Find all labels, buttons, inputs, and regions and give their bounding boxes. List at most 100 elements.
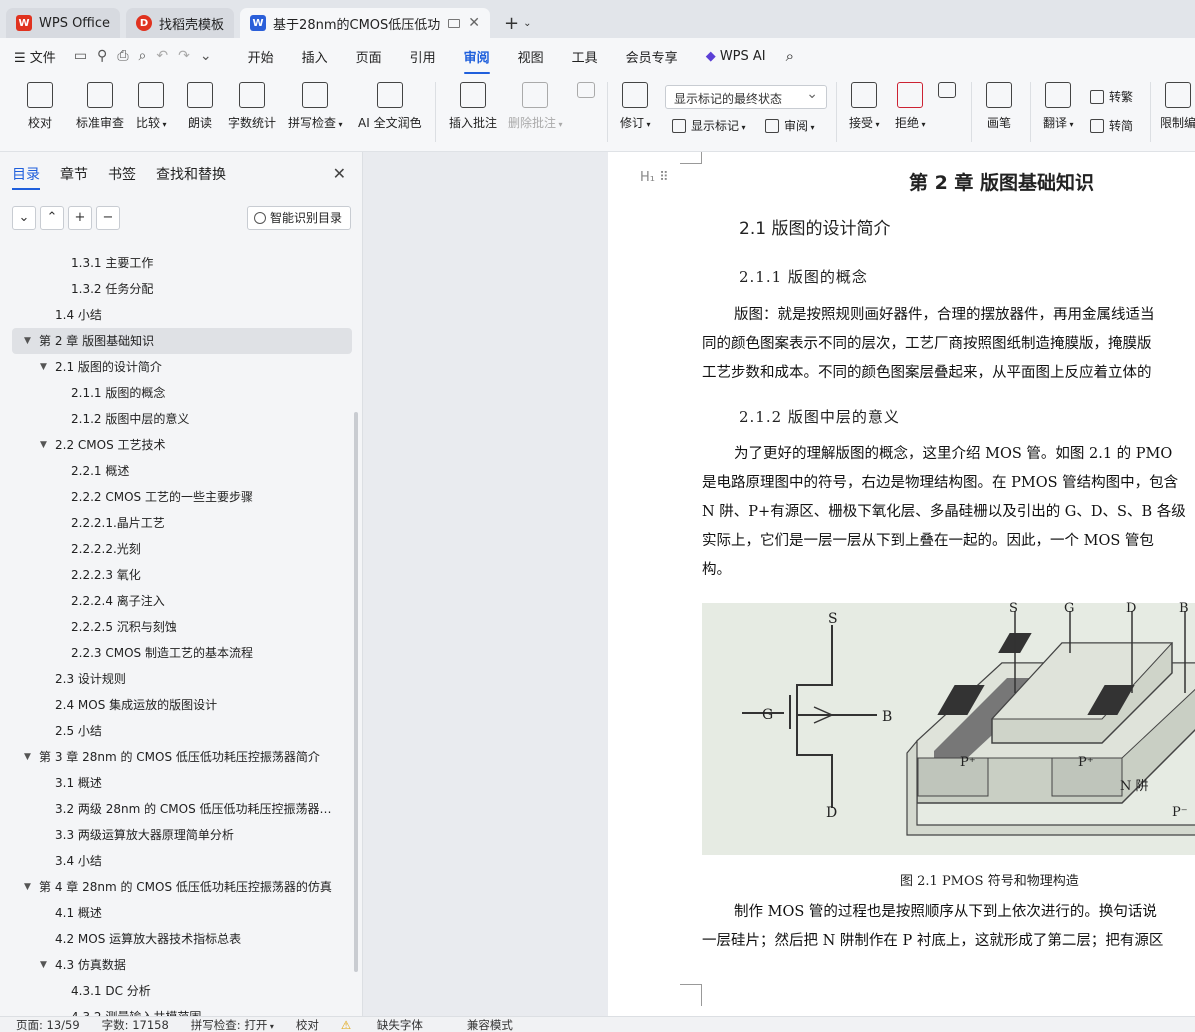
toc-item[interactable]: 2.5 小结 — [12, 718, 352, 744]
toc-item[interactable]: 2.2.2.5 沉积与刻蚀 — [12, 614, 352, 640]
spell-check-button[interactable]: 拼写检查 — [288, 82, 343, 131]
restrict-edit-button[interactable]: 限制编 — [1160, 82, 1195, 131]
toc-item[interactable]: 3.2 两级 28nm 的 CMOS 低压低功耗压控振荡器优化设计 — [12, 796, 352, 822]
tab-chapter[interactable]: 章节 — [60, 164, 88, 184]
menu-tools[interactable]: 工具 — [572, 47, 598, 66]
toc-item[interactable]: 2.2.2.4 离子注入 — [12, 588, 352, 614]
tab-template[interactable]: D 找稻壳模板 — [126, 8, 235, 38]
print-preview-icon[interactable]: ⌕ — [139, 48, 147, 64]
tab-bookmark[interactable]: 书签 — [108, 164, 136, 184]
remove-heading-icon[interactable]: − — [96, 206, 120, 230]
toc-item[interactable]: 2.4 MOS 集成运放的版图设计 — [12, 692, 352, 718]
close-tab-icon[interactable]: ✕ — [468, 15, 480, 31]
to-simplified-button[interactable]: 转简 — [1090, 117, 1133, 134]
missing-font-status[interactable]: ⚠ 缺失字体 — [341, 1017, 445, 1032]
smart-toc-button[interactable]: 智能识别目录 — [247, 206, 351, 230]
toc-item[interactable]: 4.3.1 DC 分析 — [12, 978, 352, 1004]
undo-icon[interactable]: ↶ — [156, 48, 168, 64]
menu-page[interactable]: 页面 — [356, 47, 382, 66]
redo-icon[interactable]: ↷ — [178, 48, 190, 64]
toc-item[interactable]: 2.2.2.2.光刻 — [12, 536, 352, 562]
compare-button[interactable]: 比较 — [136, 82, 167, 131]
word-count-button[interactable]: 字数统计 — [228, 82, 276, 131]
prev-change-button[interactable] — [938, 82, 956, 104]
tab-find-replace[interactable]: 查找和替换 — [156, 164, 226, 184]
more-chevron-icon[interactable]: ⌄ — [200, 48, 212, 64]
toc-item[interactable]: 1.4 小结 — [12, 302, 352, 328]
toc-item[interactable]: 4.1 概述 — [12, 900, 352, 926]
collapse-arrow-icon[interactable]: ▼ — [24, 328, 31, 354]
ai-polish-button[interactable]: AI 全文润色 — [358, 82, 422, 131]
toc-item[interactable]: ▼ 第 4 章 28nm 的 CMOS 低压低功耗压控振荡器的仿真 — [12, 874, 352, 900]
fig-label-s-phys: S — [1009, 601, 1018, 616]
word-count-indicator[interactable]: 字数: 17158 — [102, 1017, 169, 1032]
proofread-button[interactable]: 校对 — [27, 82, 53, 131]
menu-view[interactable]: 视图 — [518, 47, 544, 66]
accept-button[interactable]: 接受 — [849, 82, 880, 131]
close-pane-icon[interactable]: ✕ — [333, 164, 346, 183]
insert-comment-button[interactable]: 插入批注 — [449, 82, 497, 131]
to-traditional-button[interactable]: 转繁 — [1090, 88, 1133, 105]
collapse-arrow-icon[interactable]: ▼ — [24, 874, 31, 900]
reject-button[interactable]: 拒绝 — [895, 82, 926, 131]
menu-member[interactable]: 会员专享 — [626, 47, 678, 66]
traditional-icon — [1090, 89, 1104, 104]
toc-item[interactable]: ▼ 第 2 章 版图基础知识 — [12, 328, 352, 354]
review-pane-button[interactable]: 审阅 — [765, 117, 815, 134]
toc-item[interactable]: 3.4 小结 — [12, 848, 352, 874]
read-aloud-button[interactable]: 朗读 — [187, 82, 213, 131]
toc-item[interactable]: 2.2.2 CMOS 工艺的一些主要步骤 — [12, 484, 352, 510]
toc-item[interactable]: 2.2.3 CMOS 制造工艺的基本流程 — [12, 640, 352, 666]
toc-item[interactable]: ▼ 2.2 CMOS 工艺技术 — [12, 432, 352, 458]
new-tab-button[interactable]: + ⌄ — [496, 8, 539, 38]
add-heading-icon[interactable]: + — [68, 206, 92, 230]
menu-reference[interactable]: 引用 — [410, 47, 436, 66]
share-icon[interactable]: ⚲ — [97, 48, 107, 64]
show-markup-button[interactable]: 显示标记 — [672, 117, 746, 134]
collapse-arrow-icon[interactable]: ▼ — [40, 952, 47, 978]
tab-toc[interactable]: 目录 — [12, 164, 40, 190]
toc-item[interactable]: 1.3.1 主要工作 — [12, 250, 352, 276]
wps-ai-menu[interactable]: ◆ WPS AI — [706, 49, 766, 64]
toc-item[interactable]: 3.3 两级运算放大器原理简单分析 — [12, 822, 352, 848]
delete-comment-button[interactable]: 删除批注 — [508, 82, 563, 131]
page-indicator[interactable]: 页面: 13/59 — [16, 1017, 80, 1032]
prev-comment-button[interactable] — [577, 82, 595, 104]
pen-button[interactable]: 画笔 — [986, 82, 1012, 131]
search-icon[interactable]: ⌕ — [786, 47, 794, 65]
collapse-chevron-down-icon[interactable]: ⌄ — [12, 206, 36, 230]
menu-start[interactable]: 开始 — [248, 47, 274, 66]
collapse-arrow-icon[interactable]: ▼ — [24, 744, 31, 770]
toc-item[interactable]: 3.1 概述 — [12, 770, 352, 796]
toc-item[interactable]: ▼ 2.1 版图的设计简介 — [12, 354, 352, 380]
translate-button[interactable]: 翻译 — [1043, 82, 1074, 131]
monitor-icon[interactable] — [448, 18, 461, 28]
toc-item[interactable]: 4.2 MOS 运算放大器技术指标总表 — [12, 926, 352, 952]
toc-item[interactable]: 1.3.2 任务分配 — [12, 276, 352, 302]
print-icon[interactable]: ⎙ — [117, 48, 128, 64]
spell-check-status[interactable]: 拼写检查: 打开 — [191, 1017, 274, 1032]
collapse-arrow-icon[interactable]: ▼ — [40, 354, 47, 380]
toc-item[interactable]: ▼ 第 3 章 28nm 的 CMOS 低压低功耗压控振荡器简介 — [12, 744, 352, 770]
track-changes-button[interactable]: 修订 — [620, 82, 651, 131]
tab-document[interactable]: W 基于28nm的CMOS低压低功 ✕ — [240, 8, 491, 38]
toc-item[interactable]: 2.2.2.1.晶片工艺 — [12, 510, 352, 536]
toc-item[interactable]: 4.3.2 测量输入共模范围 — [12, 1004, 352, 1016]
toc-item[interactable]: 2.1.1 版图的概念 — [12, 380, 352, 406]
collapse-arrow-icon[interactable]: ▼ — [40, 432, 47, 458]
proof-status[interactable]: 校对 — [296, 1017, 319, 1032]
markup-mode-select[interactable]: 显示标记的最终状态 — [665, 85, 827, 109]
expand-chevron-up-icon[interactable]: ⌃ — [40, 206, 64, 230]
tab-wps-office[interactable]: W WPS Office — [6, 8, 121, 38]
toc-scrollbar[interactable] — [354, 412, 358, 972]
toc-item[interactable]: 2.2.1 概述 — [12, 458, 352, 484]
save-icon[interactable]: ▭ — [74, 48, 87, 64]
menu-insert[interactable]: 插入 — [302, 47, 328, 66]
toc-item[interactable]: 2.2.2.3 氧化 — [12, 562, 352, 588]
std-review-button[interactable]: 标准审查 — [76, 82, 124, 131]
toc-item[interactable]: 2.3 设计规则 — [12, 666, 352, 692]
toc-item[interactable]: 2.1.2 版图中层的意义 — [12, 406, 352, 432]
toc-item[interactable]: ▼ 4.3 仿真数据 — [12, 952, 352, 978]
file-menu[interactable]: ☰ 文件 — [14, 47, 56, 66]
menu-review[interactable]: 审阅 — [463, 47, 490, 74]
